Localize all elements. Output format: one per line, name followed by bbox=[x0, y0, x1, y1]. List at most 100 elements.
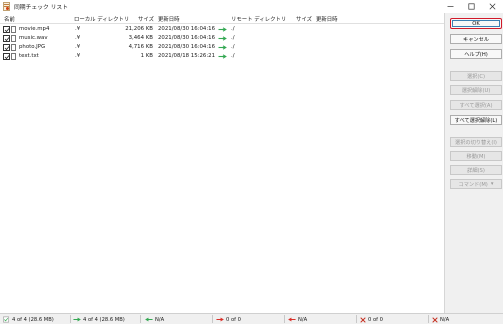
table-row[interactable]: text.txt .¥ 1 KB 2021/08/18 15:26:21 ./ bbox=[0, 52, 444, 61]
maximize-icon bbox=[468, 3, 475, 10]
status-conflict-local-text: 0 of 0 bbox=[368, 316, 383, 323]
col-header-name[interactable]: 名前 bbox=[4, 15, 15, 23]
row-remote-dir: ./ bbox=[231, 26, 235, 32]
status-delete-local: 0 of 0 bbox=[216, 315, 241, 324]
row-name: movie.mp4 bbox=[19, 26, 50, 32]
cancel-label: キャンセル bbox=[463, 36, 489, 43]
ok-button[interactable]: OK bbox=[450, 18, 502, 29]
cancel-button[interactable]: キャンセル bbox=[450, 34, 502, 44]
checkmark-icon bbox=[4, 37, 10, 42]
row-size: 3,464 KB bbox=[128, 35, 153, 41]
status-all-text: 4 of 4 (28.6 MB) bbox=[12, 316, 54, 323]
select-button[interactable]: 選択(C) bbox=[450, 71, 502, 81]
row-size: 1 KB bbox=[140, 53, 153, 59]
file-icon bbox=[11, 34, 16, 42]
window-title: 同期チェック リスト bbox=[14, 5, 69, 11]
row-checkbox[interactable] bbox=[3, 53, 10, 60]
checkmark-icon bbox=[4, 46, 10, 51]
checkmark-icon bbox=[4, 28, 10, 33]
row-modified: 2021/08/30 16:04:16 bbox=[158, 44, 215, 50]
row-local-dir: .¥ bbox=[75, 44, 81, 50]
status-conflict-remote-text: N/A bbox=[440, 316, 450, 323]
status-all: 4 of 4 (28.6 MB) bbox=[3, 315, 54, 324]
upload-arrow-icon bbox=[73, 317, 81, 322]
row-size: 21,206 KB bbox=[125, 26, 153, 32]
status-upload: 4 of 4 (28.6 MB) bbox=[73, 315, 125, 324]
deselect-label: 選択解除(U) bbox=[461, 87, 491, 94]
toggle-selection-label: 選択の切り替え(I) bbox=[455, 139, 497, 146]
toggle-selection-button[interactable]: 選択の切り替え(I) bbox=[450, 137, 502, 147]
col-header-remote-modified[interactable]: 更新日時 bbox=[316, 15, 338, 23]
upload-arrow-icon bbox=[218, 53, 227, 59]
checklist-icon bbox=[3, 316, 9, 323]
select-all-label: すべて選択(A) bbox=[459, 102, 493, 109]
select-all-button[interactable]: すべて選択(A) bbox=[450, 100, 502, 110]
delete-arrow-icon bbox=[216, 317, 224, 322]
delete-x-icon bbox=[432, 316, 438, 323]
row-remote-dir: ./ bbox=[231, 44, 235, 50]
move-button[interactable]: 移動(M) bbox=[450, 151, 502, 161]
deselect-all-button[interactable]: すべて選択解除(L) bbox=[450, 115, 502, 125]
row-checkbox[interactable] bbox=[3, 26, 10, 33]
status-delete-remote: N/A bbox=[288, 315, 307, 324]
action-panel: OK キャンセル ヘルプ(H) 選択(C) 選択解除(U) すべて選択(A) す… bbox=[444, 13, 503, 313]
row-name: music.wav bbox=[19, 35, 48, 41]
delete-remote-arrow-icon bbox=[288, 317, 296, 322]
minimize-icon bbox=[447, 6, 454, 7]
status-delete-local-text: 0 of 0 bbox=[226, 316, 241, 323]
col-header-remote-size[interactable]: サイズ bbox=[296, 15, 312, 23]
minimize-button[interactable] bbox=[440, 0, 461, 13]
command-label: コマンド(M) bbox=[458, 181, 488, 188]
row-local-dir: .¥ bbox=[75, 35, 81, 41]
row-remote-dir: ./ bbox=[231, 35, 235, 41]
status-bar: 4 of 4 (28.6 MB) 4 of 4 (28.6 MB) N/A 0 … bbox=[0, 313, 503, 324]
details-button[interactable]: 詳細(S) bbox=[450, 165, 502, 175]
col-header-size[interactable]: サイズ bbox=[138, 15, 154, 23]
row-remote-dir: ./ bbox=[231, 53, 235, 59]
col-header-local-dir[interactable]: ローカル ディレクトリ bbox=[74, 15, 129, 23]
upload-arrow-icon bbox=[218, 44, 227, 50]
row-modified: 2021/08/30 16:04:16 bbox=[158, 35, 215, 41]
upload-arrow-icon bbox=[218, 35, 227, 41]
title-bar: 同期チェック リスト bbox=[0, 0, 503, 13]
command-button[interactable]: コマンド(M) ▾ bbox=[450, 179, 502, 189]
row-local-dir: .¥ bbox=[75, 53, 81, 59]
close-button[interactable] bbox=[482, 0, 503, 13]
checkmark-icon bbox=[4, 55, 10, 60]
close-icon bbox=[489, 3, 496, 10]
file-icon bbox=[11, 52, 16, 60]
row-checkbox[interactable] bbox=[3, 35, 10, 42]
status-conflict-remote: N/A bbox=[432, 315, 449, 324]
help-label: ヘルプ(H) bbox=[464, 51, 488, 58]
col-header-modified[interactable]: 更新日時 bbox=[158, 15, 180, 23]
status-download-text: N/A bbox=[155, 316, 165, 323]
download-arrow-icon bbox=[145, 317, 153, 322]
app-icon bbox=[3, 2, 11, 11]
maximize-button[interactable] bbox=[461, 0, 482, 13]
row-name: photo.JPG bbox=[19, 44, 46, 50]
row-checkbox[interactable] bbox=[3, 44, 10, 51]
table-row[interactable]: movie.mp4 .¥ 21,206 KB 2021/08/30 16:04:… bbox=[0, 25, 444, 34]
table-row[interactable]: photo.JPG .¥ 4,716 KB 2021/08/30 16:04:1… bbox=[0, 43, 444, 52]
details-label: 詳細(S) bbox=[467, 167, 485, 174]
deselect-all-label: すべて選択解除(L) bbox=[454, 117, 498, 124]
sync-list[interactable]: 名前 ローカル ディレクトリ サイズ 更新日時 リモート ディレクトリ サイズ … bbox=[0, 13, 444, 313]
deselect-button[interactable]: 選択解除(U) bbox=[450, 85, 502, 95]
row-modified: 2021/08/30 16:04:16 bbox=[158, 26, 215, 32]
file-icon bbox=[11, 43, 16, 51]
delete-x-icon bbox=[360, 316, 366, 323]
row-size: 4,716 KB bbox=[128, 44, 153, 50]
status-conflict-local: 0 of 0 bbox=[360, 315, 383, 324]
move-label: 移動(M) bbox=[466, 153, 486, 160]
select-label: 選択(C) bbox=[466, 73, 486, 80]
table-row[interactable]: music.wav .¥ 3,464 KB 2021/08/30 16:04:1… bbox=[0, 34, 444, 43]
file-rows: movie.mp4 .¥ 21,206 KB 2021/08/30 16:04:… bbox=[0, 25, 444, 61]
status-download: N/A bbox=[145, 315, 164, 324]
upload-arrow-icon bbox=[218, 26, 227, 32]
help-button[interactable]: ヘルプ(H) bbox=[450, 49, 502, 59]
col-header-remote-dir[interactable]: リモート ディレクトリ bbox=[231, 15, 286, 23]
row-local-dir: .¥ bbox=[75, 26, 81, 32]
row-name: text.txt bbox=[19, 53, 39, 59]
row-modified: 2021/08/18 15:26:21 bbox=[158, 53, 215, 59]
dropdown-arrow-icon: ▾ bbox=[490, 181, 494, 187]
